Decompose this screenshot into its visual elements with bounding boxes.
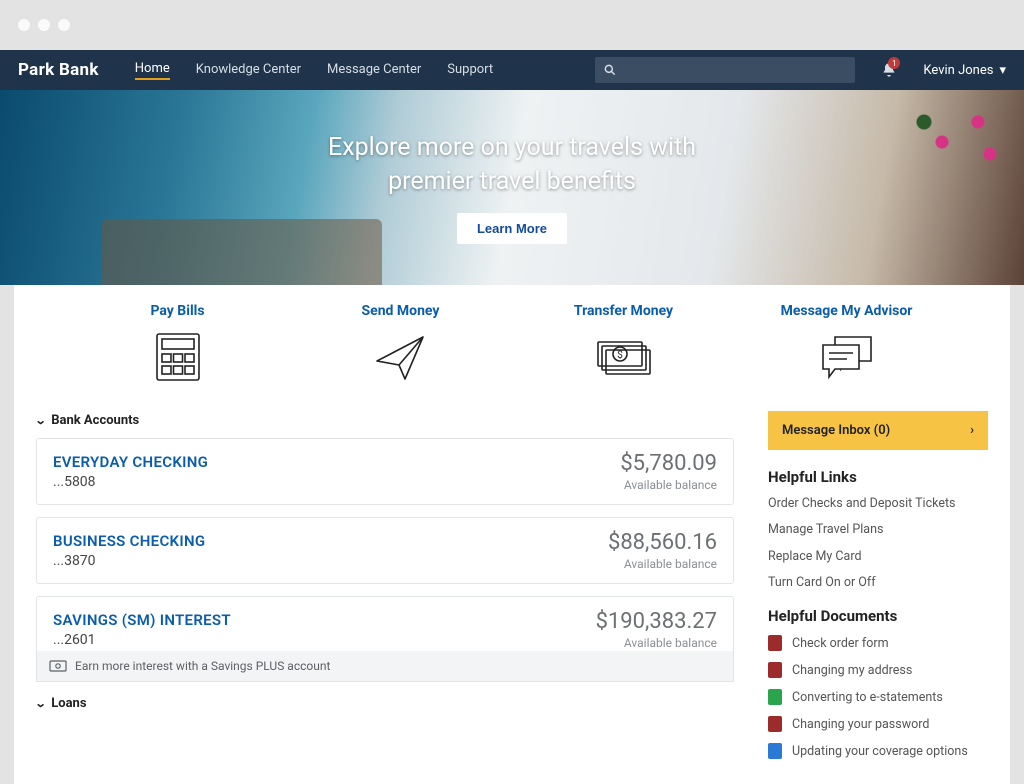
doc-label: Changing my address — [792, 663, 912, 678]
hero-headline: Explore more on your travels with premie… — [328, 131, 696, 199]
quick-action-message-advisor[interactable]: Message My Advisor — [757, 303, 937, 385]
doc-coverage-options[interactable]: Updating your coverage options — [768, 743, 988, 759]
doc-change-address[interactable]: Changing my address — [768, 662, 988, 678]
pdf-icon — [768, 635, 782, 651]
link-travel-plans[interactable]: Manage Travel Plans — [768, 522, 988, 538]
chat-bubbles-icon — [815, 329, 879, 385]
account-name: SAVINGS (SM) INTEREST — [53, 611, 231, 629]
window-control-dot[interactable] — [38, 19, 50, 31]
calculator-icon — [146, 329, 210, 385]
doc-label: Check order form — [792, 636, 889, 651]
account-balance: $5,780.09 — [620, 451, 717, 476]
account-balance: $190,383.27 — [596, 609, 717, 634]
search-icon — [603, 63, 617, 77]
user-name: Kevin Jones — [923, 63, 993, 78]
nav-message-center[interactable]: Message Center — [327, 62, 421, 79]
pdf-icon — [768, 662, 782, 678]
window-control-dot[interactable] — [18, 19, 30, 31]
doc-change-password[interactable]: Changing your password — [768, 716, 988, 732]
section-loans[interactable]: ⌄ Loans — [36, 696, 734, 711]
notifications-bell[interactable]: 1 — [881, 62, 897, 78]
promo-icon — [49, 660, 67, 672]
chevron-right-icon: › — [970, 423, 974, 438]
account-name: BUSINESS CHECKING — [53, 532, 205, 550]
doc-label: Changing your password — [792, 717, 929, 732]
account-balance-label: Available balance — [608, 557, 717, 571]
user-menu[interactable]: Kevin Jones ▾ — [923, 63, 1006, 78]
quick-action-pay-bills[interactable]: Pay Bills — [88, 303, 268, 385]
cash-transfer-icon: $ — [592, 329, 656, 385]
learn-more-button[interactable]: Learn More — [457, 213, 567, 244]
account-mask: ...5808 — [53, 474, 208, 490]
account-balance-label: Available balance — [620, 478, 717, 492]
hero-line1: Explore more on your travels with — [328, 133, 696, 162]
qa-label: Transfer Money — [574, 303, 673, 319]
quick-action-transfer-money[interactable]: Transfer Money $ — [534, 303, 714, 385]
section-bank-accounts[interactable]: ⌄ Bank Accounts — [36, 413, 734, 428]
helpful-docs-heading: Helpful Documents — [768, 607, 988, 625]
account-balance: $88,560.16 — [608, 530, 717, 555]
nav-home[interactable]: Home — [135, 61, 170, 80]
doc-label: Converting to e-statements — [792, 690, 943, 705]
search-input[interactable] — [595, 57, 855, 83]
promo-text: Earn more interest with a Savings PLUS a… — [75, 659, 330, 673]
brand-logo: Park Bank — [18, 60, 99, 80]
qa-label: Pay Bills — [150, 303, 204, 319]
message-inbox-button[interactable]: Message Inbox (0) › — [768, 411, 988, 450]
chevron-down-icon: ⌄ — [35, 697, 47, 710]
window-control-dot[interactable] — [58, 19, 70, 31]
savings-promo[interactable]: Earn more interest with a Savings PLUS a… — [36, 651, 734, 682]
doc-check-order[interactable]: Check order form — [768, 635, 988, 651]
doc-icon — [768, 689, 782, 705]
hero-banner: Explore more on your travels with premie… — [0, 90, 1024, 285]
pdf-icon — [768, 716, 782, 732]
account-mask: ...3870 — [53, 553, 205, 569]
account-balance-label: Available balance — [596, 636, 717, 650]
quick-action-send-money[interactable]: Send Money — [311, 303, 491, 385]
section-title: Bank Accounts — [51, 413, 139, 428]
window-controls[interactable] — [18, 19, 70, 31]
section-title: Loans — [51, 696, 86, 711]
link-replace-card[interactable]: Replace My Card — [768, 549, 988, 565]
paper-plane-icon — [369, 329, 433, 385]
quick-actions: Pay Bills Send Money — [36, 301, 988, 411]
window-title-bar — [0, 0, 1024, 50]
nav-support[interactable]: Support — [447, 62, 493, 79]
account-mask: ...2601 — [53, 632, 231, 648]
nav-knowledge-center[interactable]: Knowledge Center — [196, 62, 301, 79]
qa-label: Message My Advisor — [781, 303, 913, 319]
notification-badge: 1 — [888, 57, 900, 69]
top-nav: Park Bank Home Knowledge Center Message … — [0, 50, 1024, 90]
svg-text:$: $ — [617, 348, 623, 361]
doc-label: Updating your coverage options — [792, 744, 968, 759]
account-card-business-checking[interactable]: BUSINESS CHECKING ...3870 $88,560.16 Ava… — [36, 517, 734, 584]
doc-estatements[interactable]: Converting to e-statements — [768, 689, 988, 705]
link-order-checks[interactable]: Order Checks and Deposit Tickets — [768, 496, 988, 512]
hero-line2: premier travel benefits — [328, 165, 696, 199]
doc-icon — [768, 743, 782, 759]
qa-label: Send Money — [362, 303, 440, 319]
account-name: EVERYDAY CHECKING — [53, 453, 208, 471]
link-card-on-off[interactable]: Turn Card On or Off — [768, 575, 988, 591]
helpful-links-heading: Helpful Links — [768, 468, 988, 486]
chevron-down-icon: ▾ — [999, 63, 1006, 78]
chevron-down-icon: ⌄ — [35, 414, 47, 427]
inbox-label: Message Inbox (0) — [782, 423, 890, 438]
account-card-everyday-checking[interactable]: EVERYDAY CHECKING ...5808 $5,780.09 Avai… — [36, 438, 734, 505]
